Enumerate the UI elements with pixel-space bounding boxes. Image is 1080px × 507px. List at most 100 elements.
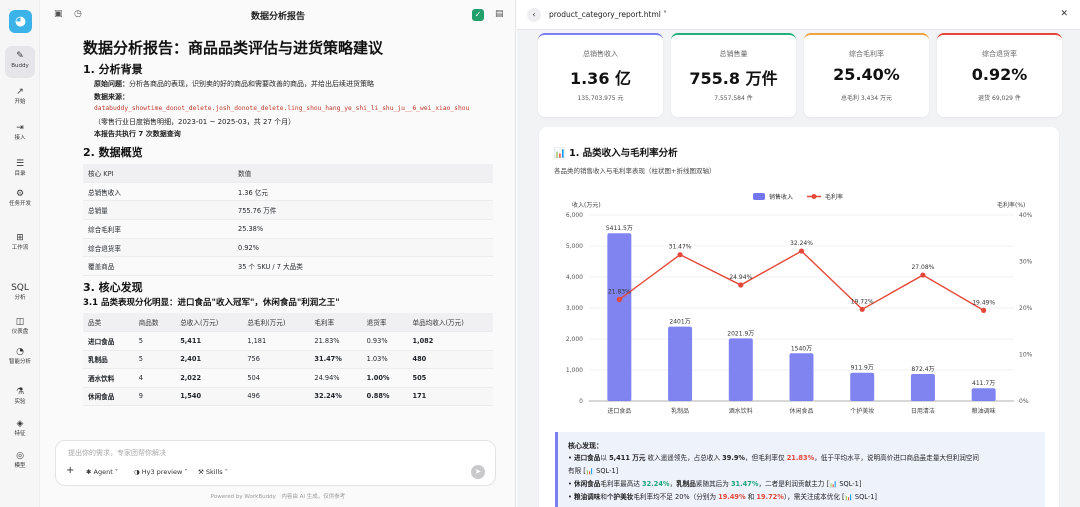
table-row: 综合毛利率 25.38% — [83, 219, 493, 239]
rail-item-label: 仪表盘 — [11, 329, 29, 335]
column-header: 退货率 — [361, 313, 408, 333]
panel-toggle-icon[interactable]: ▤ — [495, 9, 504, 19]
kpi-value: 0.92% — [971, 65, 1028, 84]
back-button[interactable]: ‹ — [527, 8, 541, 22]
column-header: 商品数 — [133, 313, 176, 333]
shield-icon[interactable]: ✓ — [472, 9, 484, 21]
rail-item-7[interactable]: ◫ 仪表盘 — [0, 316, 40, 342]
rail-item-label: 目录 — [14, 171, 26, 177]
finding-term: 粮油调味 — [574, 493, 601, 501]
margin-data-label: 19.49% — [972, 299, 995, 306]
rail-item-label: 接入 — [14, 135, 26, 141]
close-icon[interactable]: ✕ — [1060, 9, 1068, 19]
finding-text: ，低于平均水平，说明高价进口商品虽走量大但利润空间 — [814, 454, 980, 462]
kpi-header: 核心 KPI — [83, 163, 233, 183]
y2-tick-label: 10% — [1019, 352, 1033, 359]
margin-point — [616, 296, 622, 303]
table-row: 总销量 755.76 万件 — [83, 200, 493, 221]
margin-point — [920, 272, 926, 278]
powered-by: Powered by WorkBuddy 内容由 AI 生成，仅供参考 — [210, 494, 346, 500]
message-composer[interactable]: 提出你的需求，专家团帮你解决 + ✱ Agent ˅ ◑ Hy3 preview… — [55, 440, 496, 486]
legend-label: 毛利率 — [825, 193, 843, 201]
margin-data-label: 31.47% — [669, 244, 692, 251]
y-tick-label: 6,000 — [566, 212, 583, 219]
composer-input[interactable]: 提出你的需求，专家团帮你解决 — [68, 448, 166, 458]
table-cell: 496 — [242, 387, 310, 407]
table-cell: 21.83% — [309, 331, 362, 351]
source-table-name[interactable]: databuddy_showtime_donot_delete.josh_don… — [83, 103, 493, 116]
findings-box: 核心发现： • 进口食品以 5,411 万元 收入遥遥领先，占总收入 39.9%… — [555, 432, 1045, 507]
chat-toolbar: ▣ ◷ 数据分析报告 ✓ ▤ — [40, 0, 516, 30]
table-cell: 171 — [407, 387, 493, 407]
skills-icon: ⚒ — [198, 468, 206, 476]
table-cell: 1,540 — [175, 387, 243, 407]
chevron-down-icon: ˅ — [663, 10, 668, 19]
finding-text: 紧随其后为 — [695, 480, 731, 488]
finding-text: ，二者是利润贡献主力 [📊 SQL-1] — [758, 480, 862, 488]
bar-data-label: 2401万 — [669, 319, 690, 326]
rail-item-6[interactable]: SQL 分析 — [0, 282, 40, 308]
legend-label: 销售收入 — [769, 193, 793, 201]
x-tick-label: 进口食品 — [607, 407, 631, 415]
rail-item-label: 模型 — [14, 463, 26, 469]
rail-item-11[interactable]: ◎ 模型 — [0, 450, 40, 476]
send-button[interactable]: ➤ — [471, 465, 485, 479]
y-tick-label: 1,000 — [566, 367, 583, 374]
source-label-line: 数据来源： — [83, 91, 493, 104]
finding-text: 和 — [600, 493, 607, 501]
y-tick-label: 5,000 — [566, 243, 583, 250]
category-table: 品类 商品数 总收入(万元) 总毛利(万元) 毛利率 退货率 单品均收入(万元) 进口食品 5… — [83, 313, 493, 407]
table-cell: 休闲食品 — [83, 387, 134, 407]
add-icon[interactable]: + — [66, 465, 74, 476]
chart-subtitle: 各品类的销售收入与毛利率表现（柱状图+折线图双轴） — [554, 167, 716, 175]
rail-item-4[interactable]: ⚙ 任务开发 — [0, 188, 40, 214]
bar-进口食品 — [607, 233, 632, 401]
bar-粮油调味 — [971, 388, 996, 401]
rail-item-10[interactable]: ◈ 特征 — [0, 418, 40, 444]
column-header: 总收入(万元) — [175, 313, 243, 333]
rail-item-icon: SQL — [11, 283, 29, 293]
kpi-card: 总销售量 755.8 万件 7,557,584 件 — [671, 33, 796, 117]
table-cell: 756 — [242, 350, 310, 370]
table-cell: 4 — [133, 368, 176, 388]
kpi-card: 综合毛利率 25.40% 总毛利 3,434 万元 — [804, 33, 929, 117]
rail-item-3[interactable]: ☰ 目录 — [0, 158, 40, 184]
margin-data-label: 24.94% — [729, 274, 752, 281]
app-logo[interactable]: ◕ — [9, 10, 32, 33]
rail-item-label: Buddy — [11, 63, 29, 69]
bar-data-label: 911.9万 — [851, 365, 874, 372]
bar-个护美妆 — [850, 372, 875, 401]
table-row: 综合退货率 0.92% — [83, 238, 493, 258]
finding-text: 以 — [600, 454, 610, 462]
x-tick-label: 个护美妆 — [850, 407, 874, 415]
rail-item-2[interactable]: ⇥ 接入 — [0, 122, 40, 148]
y2-tick-label: 0% — [1019, 398, 1029, 405]
finding-term: 个护美妆 — [606, 493, 634, 501]
sql-ref-link[interactable]: 有限 [📊 SQL-1] — [568, 467, 618, 475]
query-count: 本报告共执行 7 次数据查询 — [83, 128, 493, 141]
finding-1: • 进口食品以 5,411 万元 收入遥遥领先，占总收入 39.9%，但毛利率仅… — [568, 452, 1035, 465]
finding-text: ，但毛利率仅 — [745, 454, 787, 462]
agent-selector[interactable]: ✱ Agent ˅ — [86, 468, 118, 476]
y2-axis-title: 毛利率(%) — [997, 201, 1025, 209]
bar-酒水饮料 — [728, 338, 753, 401]
table-cell: 32.24% — [309, 387, 362, 407]
rail-item-icon: ☰ — [15, 159, 25, 169]
table-cell: 1,082 — [407, 331, 493, 351]
table-cell: 酒水饮料 — [83, 368, 134, 388]
rail-item-1[interactable]: ↗ 开始 — [0, 86, 40, 112]
rail-item-5[interactable]: ⊞ 工作流 — [0, 232, 40, 258]
rail-item-8[interactable]: ◔ 智能分析 — [0, 346, 40, 372]
rail-item-0[interactable]: ✎ Buddy — [0, 46, 40, 78]
finding-value: 32.24% — [642, 480, 670, 488]
doc-title: 数据分析报告：商品品类评估与进货策略建议 — [83, 39, 384, 57]
rail-item-9[interactable]: ⚗ 实验 — [0, 386, 40, 412]
x-tick-label: 乳制品 — [671, 407, 689, 415]
file-selector[interactable]: product_category_report.html ˅ — [549, 10, 667, 19]
model-selector[interactable]: ◑ Hy3 preview ˅ — [134, 468, 188, 476]
kpi-value: 1.36 亿 — [569, 69, 632, 88]
skills-selector[interactable]: ⚒ Skills ˅ — [198, 468, 228, 476]
margin-point — [981, 307, 987, 313]
margin-line — [618, 250, 984, 311]
query-count-text: 本报告共执行 7 次数据查询 — [94, 130, 181, 138]
